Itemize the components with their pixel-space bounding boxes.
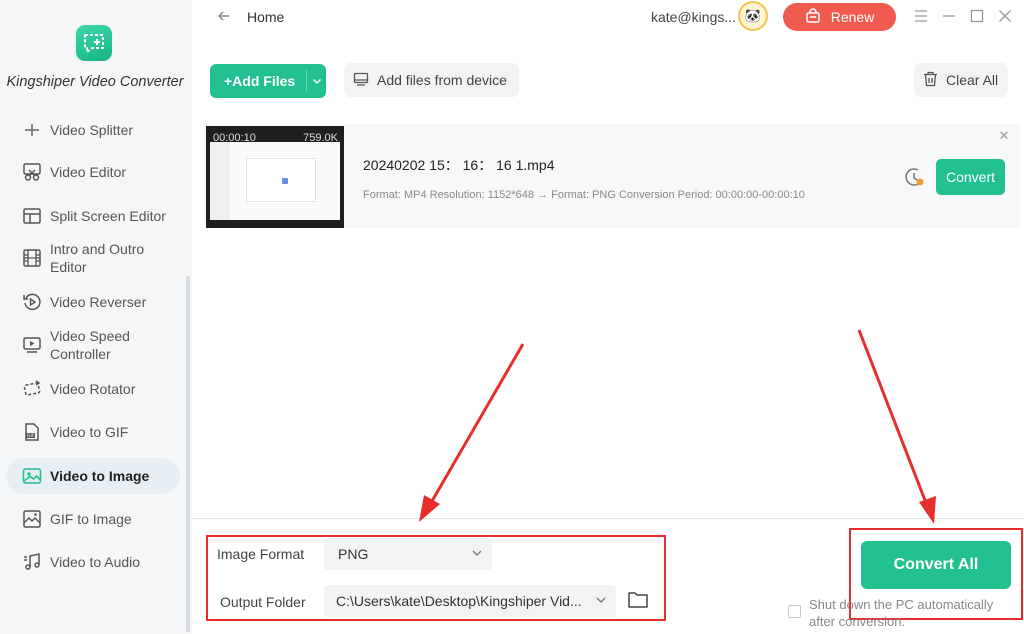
sidebar-item-video-to-image[interactable]: Video to Image — [6, 458, 180, 494]
convert-button[interactable]: Convert — [936, 159, 1005, 195]
rotate-icon — [22, 379, 42, 399]
sidebar-item-label: Video to Image — [50, 468, 150, 484]
sidebar-item-label: Video Editor — [50, 164, 127, 180]
back-arrow-icon[interactable] — [214, 6, 234, 26]
convert-all-button[interactable]: Convert All — [861, 541, 1011, 589]
sidebar-item-label: Video Speed Controller — [50, 328, 130, 362]
sidebar: Kingshiper Video Converter Video Splitte… — [0, 0, 192, 634]
add-files-button[interactable]: +Add Files — [210, 64, 326, 98]
close-icon[interactable] — [997, 8, 1013, 24]
gif-file-icon: GIF — [22, 422, 42, 442]
sidebar-item-label: Video Rotator — [50, 381, 136, 397]
speed-monitor-icon — [22, 335, 42, 355]
sidebar-item-video-speed-controller[interactable]: Video Speed Controller — [6, 325, 180, 365]
video-duration: 00:00:10 — [213, 132, 256, 144]
shutdown-checkbox[interactable] — [788, 605, 801, 618]
thumbnail-mark — [282, 178, 288, 184]
image-icon — [22, 466, 42, 486]
sidebar-item-intro-outro-editor[interactable]: Intro and Outro Editor — [6, 238, 180, 278]
sidebar-item-label: Intro and Outro Editor — [50, 241, 145, 275]
output-folder-label: Output Folder — [220, 594, 306, 610]
file-info: Format: MP4 Resolution: 1152*648 → Forma… — [363, 189, 805, 201]
output-folder-value: C:\Users\kate\Desktop\Kingshiper Vid... — [336, 593, 582, 609]
sidebar-item-video-splitter[interactable]: Video Splitter — [6, 122, 180, 148]
gif-image-icon — [22, 509, 42, 529]
sidebar-item-gif-to-image[interactable]: GIF to Image — [6, 501, 180, 537]
user-account[interactable]: kate@kings... — [651, 9, 736, 25]
arrow-to-convert-all — [857, 329, 936, 524]
maximize-icon[interactable] — [969, 8, 985, 24]
minimize-icon[interactable] — [941, 8, 957, 24]
sidebar-nav: Video Splitter Video Editor Split Screen… — [0, 122, 186, 634]
arrow-to-options — [419, 343, 525, 522]
chevron-down-icon[interactable] — [306, 70, 326, 92]
sidebar-item-label: Video to GIF — [50, 424, 129, 440]
renew-label: Renew — [830, 9, 875, 25]
app-name: Kingshiper Video Converter — [6, 74, 184, 90]
sidebar-item-video-rotator[interactable]: Video Rotator — [6, 371, 180, 407]
chevron-down-icon — [470, 546, 484, 560]
sidebar-item-video-to-gif[interactable]: GIF Video to GIF — [6, 414, 180, 450]
thumbnail-window — [246, 158, 316, 202]
sidebar-item-label: Video Reverser — [50, 294, 147, 310]
divider — [192, 518, 1024, 519]
film-icon — [22, 248, 42, 268]
image-format-select[interactable]: PNG — [324, 538, 492, 570]
file-item: 00:00:10 759.0K — [204, 124, 1020, 228]
sidebar-item-video-to-audio[interactable]: Video to Audio — [6, 544, 180, 580]
app-logo-icon — [76, 25, 112, 61]
sidebar-item-video-reverser[interactable]: Video Reverser — [6, 284, 180, 320]
bag-icon — [805, 7, 821, 27]
trash-icon — [923, 71, 938, 90]
sidebar-item-label: Video to Audio — [50, 554, 141, 570]
split-screen-icon — [22, 206, 42, 226]
image-format-label: Image Format — [217, 546, 305, 562]
clear-all-button[interactable]: Clear All — [914, 63, 1008, 97]
sidebar-item-label: Video Splitter — [50, 122, 134, 138]
splitter-icon — [22, 122, 42, 140]
scissors-icon — [22, 162, 42, 182]
audio-icon — [22, 552, 42, 572]
chevron-down-icon — [594, 593, 608, 607]
menu-icon[interactable] — [913, 8, 929, 24]
thumbnail-sidebar — [210, 142, 230, 220]
sidebar-item-video-editor[interactable]: Video Editor — [6, 154, 180, 190]
add-from-device-label: Add files from device — [377, 72, 507, 88]
shutdown-label: Shut down the PC automatically after con… — [809, 597, 994, 629]
remove-file-icon[interactable]: ✕ — [998, 129, 1010, 142]
thumbnail-preview — [210, 142, 340, 220]
output-settings-icon[interactable] — [904, 166, 926, 188]
device-icon — [353, 71, 369, 90]
renew-button[interactable]: Renew — [783, 3, 896, 31]
sidebar-scrollbar[interactable] — [186, 276, 190, 632]
image-format-value: PNG — [338, 546, 369, 562]
breadcrumb[interactable]: Home — [247, 9, 284, 25]
avatar[interactable]: 🐼 — [738, 1, 768, 31]
svg-text:GIF: GIF — [27, 433, 35, 439]
sidebar-item-label: GIF to Image — [50, 511, 132, 527]
sidebar-item-split-screen-editor[interactable]: Split Screen Editor — [6, 198, 180, 234]
video-thumbnail[interactable]: 00:00:10 759.0K — [206, 126, 344, 228]
file-size: 759.0K — [303, 132, 338, 144]
output-folder-select[interactable]: C:\Users\kate\Desktop\Kingshiper Vid... — [324, 585, 616, 617]
sidebar-item-label: Split Screen Editor — [50, 208, 166, 224]
reverse-play-icon — [22, 292, 42, 312]
add-from-device-button[interactable]: Add files from device — [344, 63, 519, 97]
add-files-label: +Add Files — [224, 73, 296, 89]
clear-all-label: Clear All — [946, 72, 999, 88]
folder-icon[interactable] — [627, 590, 649, 610]
file-name: 20240202 15： 16： 16 1.mp4 — [363, 157, 555, 173]
